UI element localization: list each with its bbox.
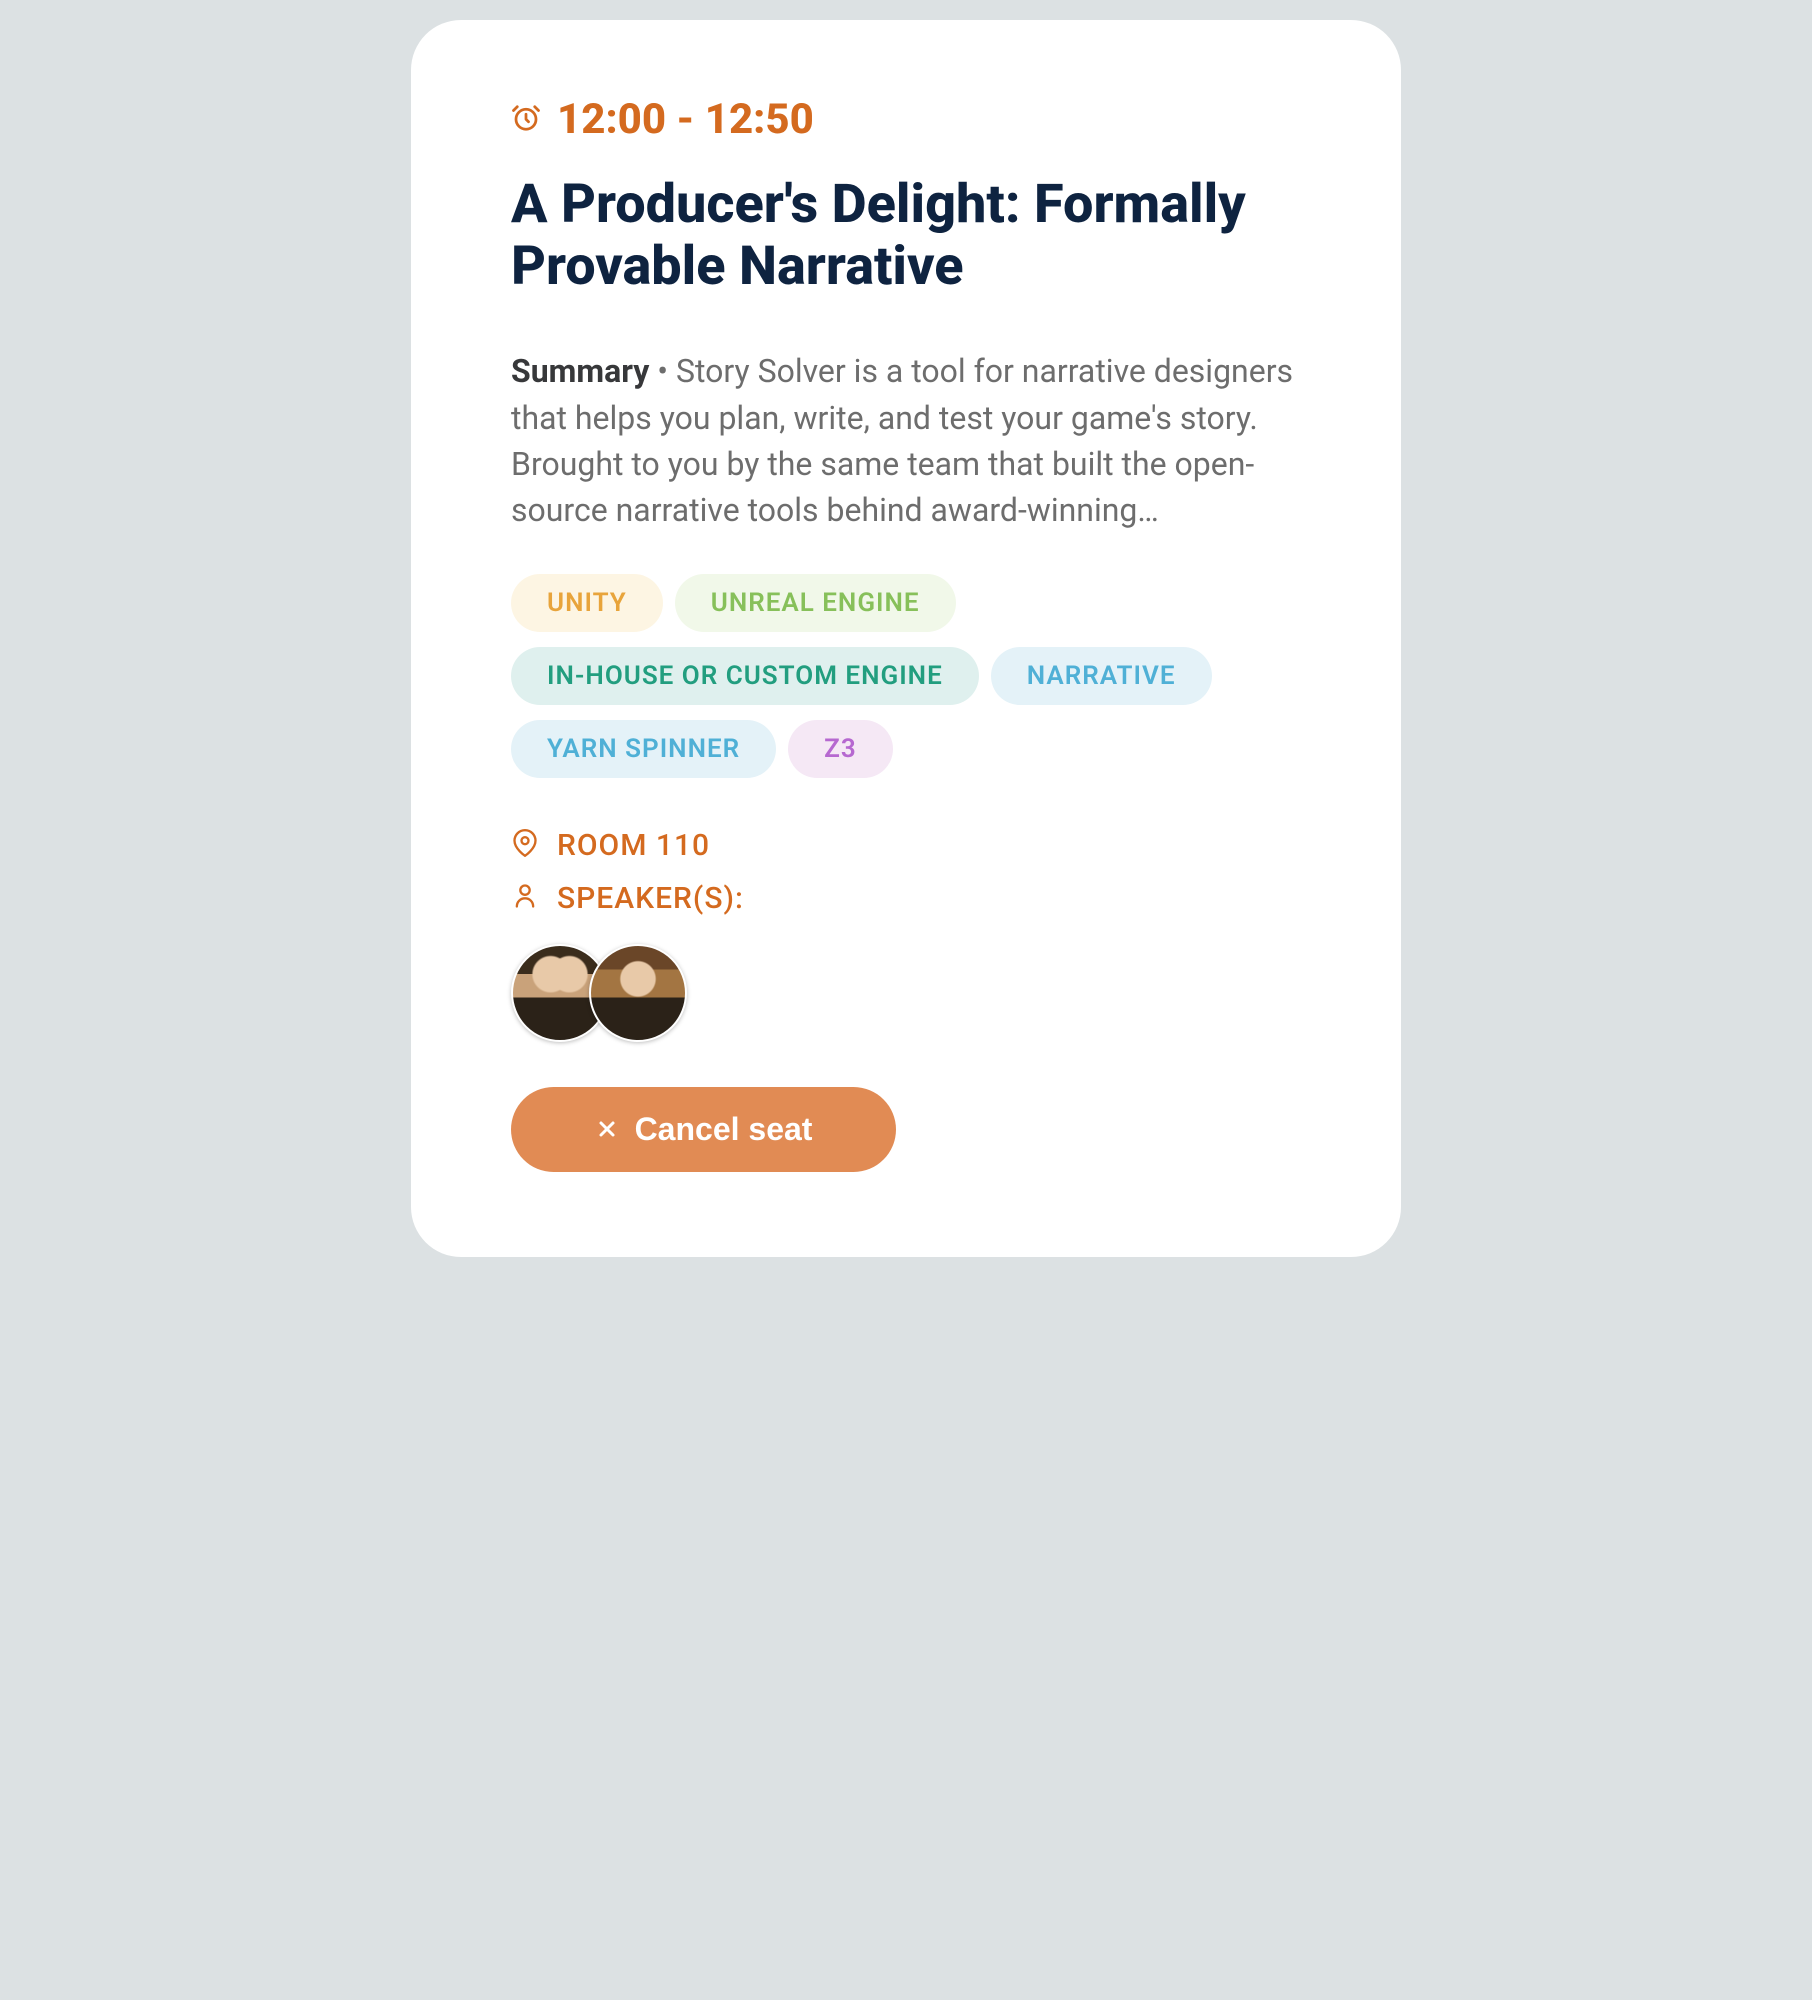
tag-yarn[interactable]: YARN SPINNER (511, 720, 776, 778)
location-pin-icon (511, 829, 539, 861)
speakers-label: SPEAKER(S): (557, 881, 744, 916)
session-time: 12:00 - 12:50 (557, 95, 814, 144)
tag-list: UNITY UNREAL ENGINE IN-HOUSE OR CUSTOM E… (511, 574, 1301, 778)
cancel-seat-label: Cancel seat (635, 1111, 813, 1148)
tag-unreal[interactable]: UNREAL ENGINE (675, 574, 956, 632)
cancel-seat-button[interactable]: Cancel seat (511, 1087, 896, 1172)
tag-unity[interactable]: UNITY (511, 574, 663, 632)
session-card: 12:00 - 12:50 A Producer's Delight: Form… (411, 20, 1401, 1257)
speaker-avatar[interactable] (589, 944, 687, 1042)
speaker-avatars (511, 944, 1301, 1042)
clock-icon (511, 103, 541, 137)
tag-inhouse[interactable]: IN-HOUSE OR CUSTOM ENGINE (511, 647, 979, 705)
speakers-row: SPEAKER(S): (511, 881, 1301, 916)
person-icon (511, 882, 539, 914)
tag-narrative[interactable]: NARRATIVE (991, 647, 1212, 705)
close-icon (595, 1117, 619, 1141)
summary-label: Summary (511, 352, 649, 390)
room-label: ROOM 110 (557, 828, 710, 863)
tag-z3[interactable]: Z3 (788, 720, 893, 778)
time-row: 12:00 - 12:50 (511, 95, 1301, 144)
session-summary: Summary • Story Solver is a tool for nar… (511, 348, 1301, 534)
session-title: A Producer's Delight: Formally Provable … (511, 174, 1301, 298)
room-row: ROOM 110 (511, 828, 1301, 863)
